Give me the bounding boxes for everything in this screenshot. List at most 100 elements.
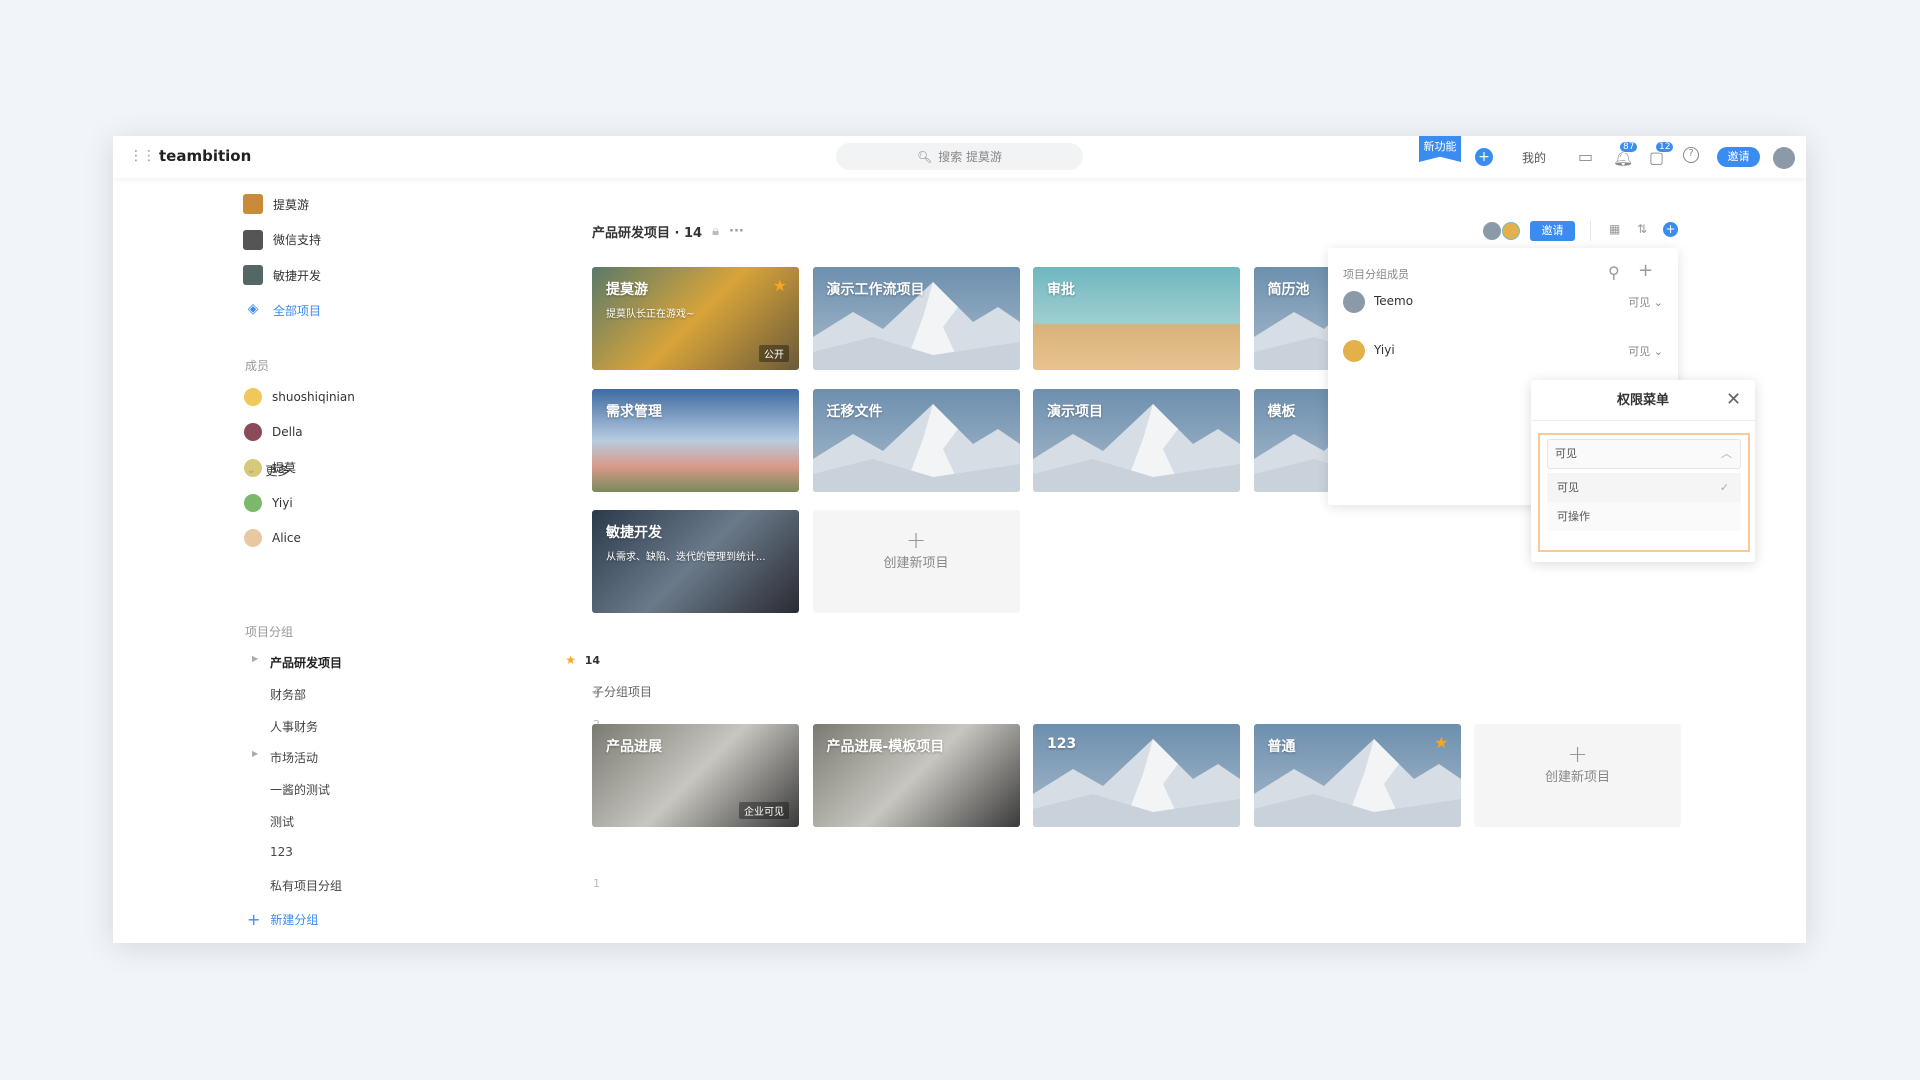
- bell-icon[interactable]: 🔔︎ 87: [1613, 141, 1639, 167]
- project-card[interactable]: 演示工作流项目: [812, 267, 1020, 370]
- new-feature-banner[interactable]: 新功能: [1419, 136, 1461, 162]
- chat-icon[interactable]: ▢ 12: [1649, 141, 1675, 167]
- sidebar-member-item[interactable]: Yiyi: [244, 493, 293, 512]
- create-project-label: 创建新项目: [1544, 770, 1610, 785]
- visibility-tag: 公开: [759, 345, 789, 362]
- caret-right-icon[interactable]: ▶: [252, 654, 258, 663]
- project-card[interactable]: 审批: [1033, 267, 1240, 370]
- grid-view-icon[interactable]: ▦: [1609, 222, 1620, 236]
- permission-menu: 权限菜单 ✕ 可见 ︿ 可见 ✓ 可操作: [1531, 380, 1755, 562]
- group-invite-button[interactable]: 邀请: [1530, 221, 1575, 241]
- group-count: 1: [593, 876, 600, 890]
- project-title: 需求管理: [606, 403, 662, 420]
- member-name: Della: [272, 425, 303, 440]
- group-label: 财务部: [270, 687, 307, 702]
- add-project-icon[interactable]: +: [1663, 222, 1678, 237]
- member-avatar[interactable]: [1502, 222, 1520, 240]
- project-title: 模板: [1267, 403, 1296, 420]
- more-members[interactable]: ⌄ 更多: [247, 462, 289, 479]
- user-avatar[interactable]: [1773, 147, 1795, 169]
- project-card[interactable]: 产品进展 企业可见: [592, 724, 799, 827]
- project-card[interactable]: 123: [1033, 724, 1240, 827]
- header-invite-button[interactable]: 邀请: [1717, 147, 1760, 167]
- help-icon[interactable]: ?: [1683, 147, 1699, 163]
- option-operable[interactable]: 可操作: [1547, 502, 1741, 531]
- group-label: 123: [270, 844, 293, 859]
- sidebar-group-item[interactable]: ▶ 产品研发项目 ★ 14: [252, 653, 600, 671]
- permission-dropdown[interactable]: 可见 ⌄: [1628, 343, 1663, 359]
- mine-link[interactable]: 我的: [1522, 149, 1546, 166]
- new-group-button[interactable]: + 新建分组: [247, 910, 318, 929]
- sidebar-member-item[interactable]: shuoshiqinian: [244, 388, 355, 406]
- caret-right-icon[interactable]: ▶: [252, 749, 258, 758]
- sidebar-project-item[interactable]: ◈ 全部项目: [243, 301, 321, 321]
- sidebar-project-item[interactable]: 微信支持: [243, 229, 321, 250]
- search-input[interactable]: 🔍︎ 搜索 提莫游: [836, 143, 1083, 170]
- permission-label: 可见: [1628, 345, 1651, 358]
- project-title: 产品进展-模板项目: [826, 739, 945, 755]
- close-icon[interactable]: ✕: [1726, 389, 1741, 410]
- option-visible[interactable]: 可见 ✓: [1547, 473, 1741, 502]
- group-label: 一酱的测试: [270, 783, 331, 798]
- sidebar-group-item[interactable]: 测试: [270, 813, 600, 830]
- add-icon[interactable]: +: [1475, 148, 1493, 166]
- lock-icon[interactable]: 🔒︎: [712, 224, 719, 239]
- star-icon[interactable]: ★: [565, 653, 576, 667]
- sidebar-member-item[interactable]: Alice: [244, 529, 301, 548]
- create-project-card[interactable]: + 创建新项目: [1474, 724, 1681, 827]
- panel-member-row: Yiyi 可见 ⌄: [1343, 335, 1663, 365]
- project-card[interactable]: 普通 ★: [1253, 724, 1461, 827]
- star-icon[interactable]: ★: [1434, 733, 1448, 752]
- project-thumbnail: [243, 229, 263, 250]
- avatar: [1343, 340, 1365, 362]
- divider: [1590, 221, 1591, 241]
- project-title: 演示项目: [1047, 403, 1103, 420]
- plus-icon: +: [1567, 740, 1588, 768]
- project-card[interactable]: 产品进展-模板项目: [812, 724, 1020, 827]
- project-card[interactable]: 迁移文件: [812, 388, 1020, 492]
- sidebar-project-item[interactable]: 敏捷开发: [243, 265, 321, 285]
- permission-menu-title: 权限菜单: [1531, 380, 1755, 421]
- chevron-up-icon: ︿: [1721, 447, 1732, 460]
- project-title: 123: [1047, 736, 1077, 752]
- calendar-icon[interactable]: ▭: [1578, 147, 1593, 166]
- project-card[interactable]: 敏捷开发 从需求、缺陷、迭代的管理到统计...: [592, 510, 799, 613]
- sidebar-group-item[interactable]: 财务部 4: [270, 686, 600, 703]
- sidebar-project-item[interactable]: 提莫游: [243, 194, 309, 214]
- add-member-icon[interactable]: +: [1638, 260, 1653, 281]
- project-title: 审批: [1047, 282, 1075, 298]
- message-badge: 12: [1655, 141, 1675, 153]
- new-group-label: 新建分组: [270, 913, 319, 927]
- avatar: [1343, 291, 1365, 313]
- app-window: ⋮⋮⋮ teambition 🔍︎ 搜索 提莫游 新功能 + 我的 ▭ 🔔︎ 87 …: [113, 136, 1806, 943]
- more-label: 更多: [265, 464, 290, 478]
- sidebar-group-item[interactable]: ▶市场活动1: [252, 749, 600, 766]
- member-name: Alice: [272, 531, 301, 546]
- search-icon[interactable]: ⚲: [1608, 263, 1620, 282]
- chevron-down-icon: ⌄: [247, 465, 256, 476]
- project-card[interactable]: 需求管理: [592, 388, 799, 492]
- star-icon[interactable]: ★: [773, 276, 787, 295]
- project-thumbnail: [243, 265, 263, 285]
- member-avatar[interactable]: [1483, 222, 1501, 240]
- permission-dropdown[interactable]: 可见 ⌄: [1628, 294, 1663, 310]
- permission-select[interactable]: 可见 ︿: [1547, 439, 1741, 469]
- create-project-label: 创建新项目: [883, 556, 949, 571]
- avatar: [244, 529, 262, 548]
- more-options-icon[interactable]: ···: [729, 224, 744, 239]
- project-card[interactable]: 演示项目: [1033, 388, 1240, 492]
- group-label: 产品研发项目: [270, 656, 343, 670]
- sidebar-group-item[interactable]: 一酱的测试2: [270, 781, 600, 798]
- sort-icon[interactable]: ⇅: [1637, 222, 1647, 236]
- project-title: 敏捷开发: [606, 525, 662, 541]
- project-card[interactable]: 提莫游 提莫队长正在游戏~ 公开 ★: [592, 267, 799, 370]
- sidebar-member-item[interactable]: Della: [244, 423, 303, 442]
- sidebar-group-item[interactable]: 私有项目分组 1: [270, 877, 600, 894]
- sidebar-group-item[interactable]: 人事财务2: [270, 718, 600, 735]
- sidebar-group-item[interactable]: 123: [270, 845, 600, 859]
- search-placeholder: 搜索 提莫游: [938, 150, 1003, 164]
- notification-badge: 87: [1619, 141, 1639, 153]
- option-label: 可操作: [1557, 510, 1590, 523]
- project-title: 迁移文件: [826, 403, 883, 420]
- create-project-card[interactable]: + 创建新项目: [812, 510, 1020, 613]
